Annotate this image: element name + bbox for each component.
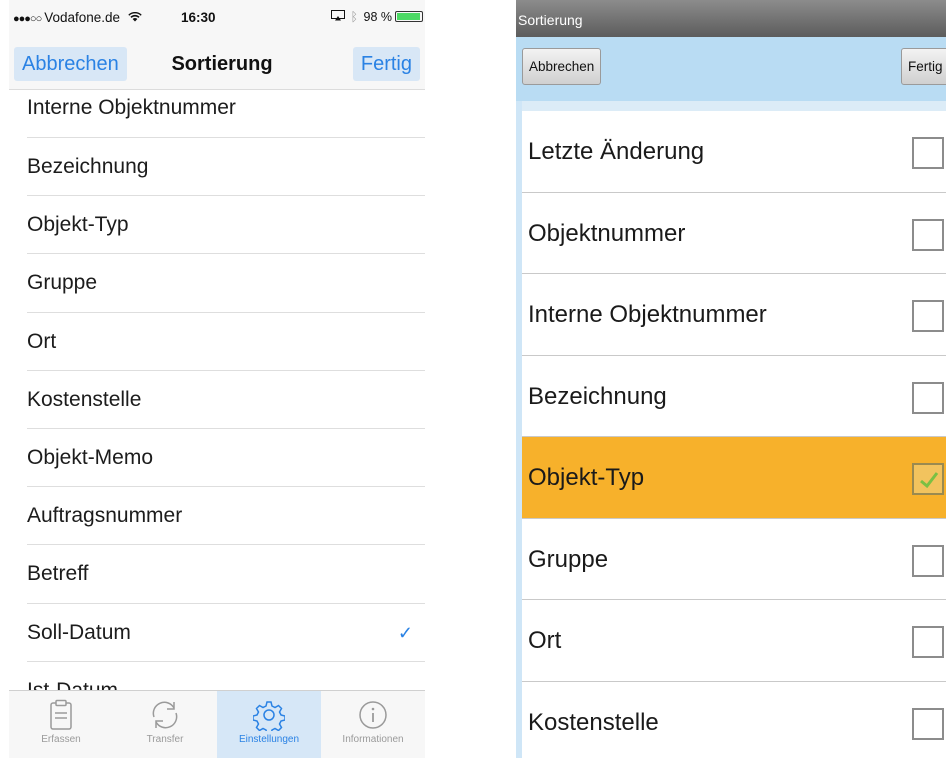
list-item-label: Soll-Datum	[27, 620, 131, 644]
list-item-label: Objekt-Typ	[528, 464, 645, 491]
list-item[interactable]: Auftragsnummer	[9, 487, 425, 546]
list-item-label: Objekt-Memo	[27, 445, 154, 469]
list-item[interactable]: Ort	[9, 313, 425, 371]
list-item-label: Interne Objektnummer	[528, 301, 767, 328]
toolbar: Abbrechen Fertig	[516, 37, 946, 101]
cancel-button[interactable]: Abbrechen	[522, 48, 602, 85]
list-item-label: Objektnummer	[528, 219, 686, 247]
gear-icon	[253, 701, 285, 731]
list-item[interactable]: Bezeichnung	[522, 356, 946, 437]
sort-list: Interne Objektnummer Bezeichnung Objekt-…	[9, 90, 425, 721]
list-item-label: Bezeichnung	[528, 382, 667, 410]
battery-icon	[395, 11, 423, 22]
tab-erfassen[interactable]: Erfassen	[9, 691, 113, 758]
list-item-label: Letzte Änderung	[528, 138, 705, 165]
list-item-selected[interactable]: Objekt-Typ	[522, 437, 946, 519]
done-button[interactable]: Fertig	[901, 48, 946, 85]
tab-label: Transfer	[146, 734, 184, 745]
list-item-label: Gruppe	[528, 545, 609, 573]
list-item-label: Auftragsnummer	[27, 504, 183, 528]
checkbox[interactable]	[912, 137, 944, 169]
bluetooth-icon: ᛒ	[350, 10, 359, 24]
tab-label: Einstellungen	[238, 734, 300, 745]
checkbox[interactable]	[912, 544, 944, 577]
status-bar: ●●●○○ Vodafone.de 16:30 ᛒ 98 %	[9, 0, 425, 38]
list-item-label: Gruppe	[27, 271, 98, 295]
checkbox[interactable]	[912, 707, 944, 740]
list-item[interactable]: Ort	[522, 600, 946, 682]
list-item-label: Ort	[27, 329, 57, 353]
checkbox[interactable]	[912, 626, 944, 658]
android-screen: Sortierung Abbrechen Fertig Letzte Änder…	[510, 0, 946, 758]
checkmark-icon: ✓	[397, 622, 413, 643]
screen-mirroring-icon	[331, 10, 348, 24]
list-item[interactable]: Letzte Änderung	[522, 111, 946, 193]
list-item[interactable]: Interne Objektnummer	[522, 274, 946, 356]
checkbox[interactable]	[912, 218, 944, 251]
tab-label: Informationen	[342, 734, 404, 745]
checkmark-icon	[920, 472, 939, 489]
tab-bar: Erfassen Transfer Einstellungen Informat…	[9, 690, 425, 758]
wifi-icon	[128, 10, 142, 25]
list-item[interactable]: Kostenstelle	[9, 371, 425, 430]
list-item[interactable]: Gruppe	[9, 254, 425, 313]
window-title: Sortierung	[516, 0, 946, 37]
carrier-name: Vodafone.de	[44, 10, 121, 25]
list-item-label: Ort	[528, 627, 562, 654]
tab-transfer[interactable]: Transfer	[113, 691, 217, 758]
done-button[interactable]: Fertig	[352, 47, 420, 81]
list-item-label: Kostenstelle	[27, 387, 142, 411]
tab-label: Erfassen	[41, 734, 81, 745]
list-item[interactable]: Kostenstelle	[522, 682, 946, 758]
list-item-label: Bezeichnung	[27, 155, 149, 178]
nav-bar: Abbrechen Sortierung Fertig	[9, 38, 425, 90]
clipboard-icon	[50, 699, 72, 730]
info-icon	[359, 701, 387, 729]
status-time: 16:30	[181, 10, 216, 25]
list-item[interactable]: Gruppe	[522, 519, 946, 600]
list-item[interactable]: Soll-Datum ✓	[9, 604, 425, 662]
list-item-label: Kostenstelle	[528, 708, 659, 736]
battery-percent: 98 %	[363, 10, 393, 24]
list-item[interactable]: Objekt-Memo	[9, 429, 425, 488]
signal-icon: ●●●○○	[13, 13, 42, 25]
list-item[interactable]: Interne Objektnummer	[9, 90, 425, 138]
list-item-label: Objekt-Typ	[27, 213, 129, 237]
ios-screen: ●●●○○ Vodafone.de 16:30 ᛒ 98 % Abbrechen …	[9, 0, 425, 758]
list-item[interactable]: Objektnummer	[522, 193, 946, 274]
tab-informationen[interactable]: Informationen	[321, 691, 425, 758]
list-item[interactable]: Betreff	[9, 545, 425, 604]
list-item[interactable]: Bezeichnung	[9, 138, 425, 197]
checkbox[interactable]	[912, 381, 944, 414]
checkbox-checked[interactable]	[912, 463, 944, 495]
checkbox[interactable]	[912, 300, 944, 332]
list-item[interactable]: Objekt-Typ	[9, 196, 425, 255]
tab-einstellungen[interactable]: Einstellungen	[217, 691, 321, 758]
sync-icon	[152, 701, 178, 729]
list-item-label: Betreff	[27, 562, 89, 586]
sort-list: Letzte Änderung Objektnummer Interne Obj…	[522, 111, 946, 758]
list-item-label: Interne Objektnummer	[27, 96, 236, 119]
